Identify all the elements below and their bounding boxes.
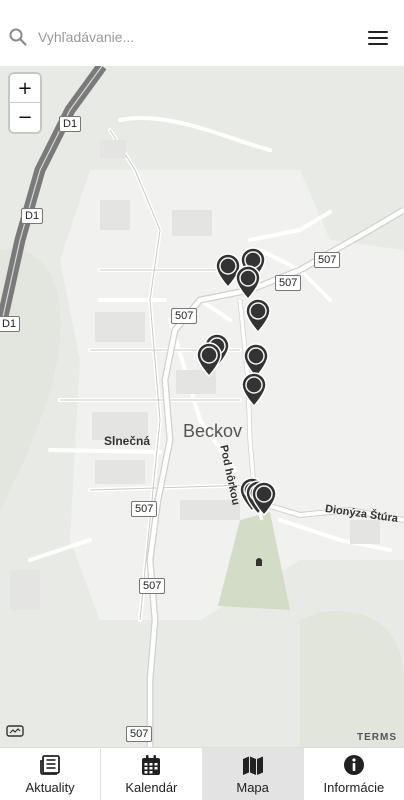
map-marker[interactable] <box>234 264 262 300</box>
road-shield-d1: D1 <box>0 316 21 332</box>
road-shield-507: 507 <box>126 726 153 742</box>
search-icon <box>9 28 27 46</box>
road-shield-507: 507 <box>131 501 158 517</box>
info-icon <box>343 755 364 775</box>
zoom-out-button[interactable]: − <box>10 103 40 132</box>
map-marker[interactable] <box>250 480 278 516</box>
map-base <box>0 66 404 748</box>
road-shield-507: 507 <box>275 275 302 291</box>
tab-label: Mapa <box>236 780 269 795</box>
tab-informacie[interactable]: Informácie <box>304 748 404 800</box>
map[interactable]: D1 D1 D1 507 507 507 507 507 507 Slnečná… <box>0 66 404 748</box>
road-shield-d1: D1 <box>59 116 82 132</box>
hamburger-icon-line <box>368 31 388 33</box>
map-marker[interactable] <box>240 371 268 407</box>
road-shield-507: 507 <box>171 308 198 324</box>
map-marker[interactable] <box>244 297 272 333</box>
road-shield-d1: D1 <box>21 208 44 224</box>
hamburger-icon-line <box>368 37 388 39</box>
hamburger-menu-button[interactable] <box>362 24 394 52</box>
tab-label: Kalendár <box>125 780 178 795</box>
bottom-tab-bar: Aktuality Kalendár Mapa Informácie <box>0 747 404 800</box>
road-shield-507: 507 <box>139 578 166 594</box>
map-attribution-icon[interactable] <box>6 724 24 738</box>
road-shield-507: 507 <box>314 252 341 268</box>
place-label-beckov: Beckov <box>183 421 243 441</box>
tab-label: Informácie <box>323 780 385 795</box>
street-label-slnecna: Slnečná <box>104 434 151 448</box>
zoom-control: + − <box>10 74 40 132</box>
terms-link[interactable]: TERMS <box>357 732 397 743</box>
map-icon <box>242 756 263 775</box>
search-input[interactable] <box>38 22 338 52</box>
tab-kalendar[interactable]: Kalendár <box>101 748 203 800</box>
tab-label: Aktuality <box>25 780 75 795</box>
map-marker[interactable] <box>195 341 223 377</box>
tab-aktuality[interactable]: Aktuality <box>0 748 102 800</box>
hamburger-icon-line <box>368 43 388 45</box>
header <box>0 0 404 66</box>
cemetery-icon <box>256 558 262 566</box>
newspaper-icon <box>40 755 61 775</box>
calendar-icon <box>142 755 161 775</box>
tab-mapa[interactable]: Mapa <box>202 748 304 800</box>
zoom-in-button[interactable]: + <box>10 74 40 103</box>
